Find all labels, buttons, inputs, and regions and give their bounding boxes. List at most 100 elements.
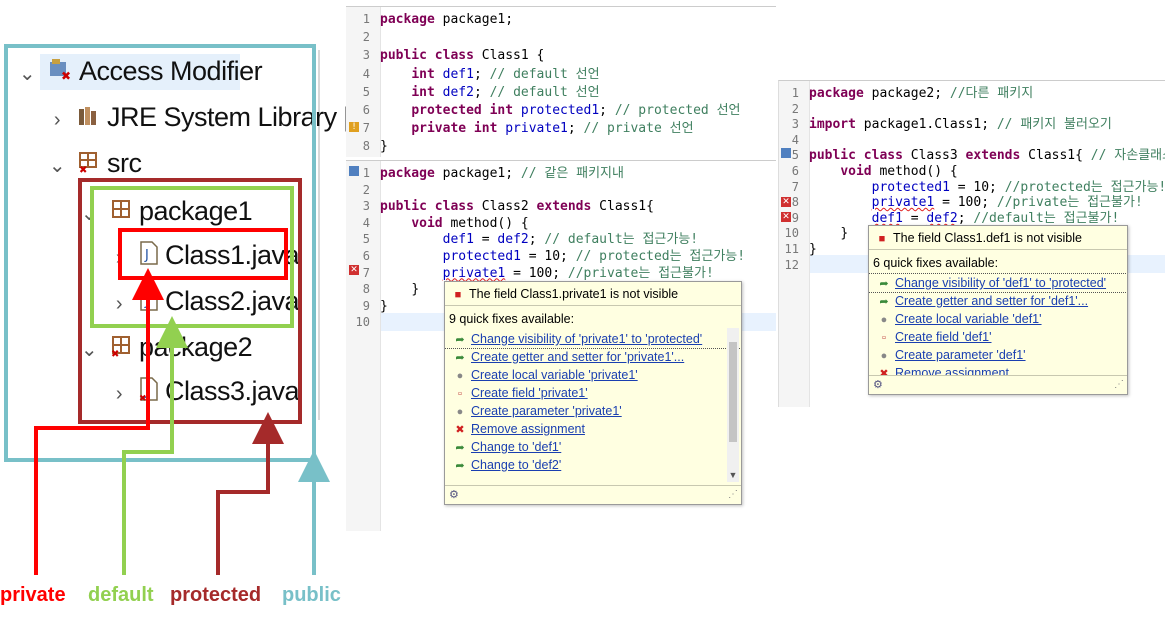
line-number: 12 bbox=[784, 257, 799, 272]
legend-connectors bbox=[34, 268, 330, 575]
legend-private: private bbox=[0, 584, 66, 606]
quickfix-item[interactable]: ● Create local variable 'private1' bbox=[445, 366, 741, 384]
code-comment: // protected는 접근가능! bbox=[575, 249, 746, 264]
quickfix-item[interactable]: ➦ Change visibility of 'def1' to 'protect… bbox=[869, 273, 1127, 293]
legend-default: default bbox=[88, 584, 154, 606]
code-text: ; bbox=[473, 84, 490, 100]
quickfix-item[interactable]: ➦ Create getter and setter for 'def1'... bbox=[869, 292, 1127, 310]
code-line[interactable]: 4 void method() { bbox=[346, 214, 529, 232]
line-number: 9 bbox=[362, 298, 370, 313]
quickfix-footer: ⚙ ⋰ bbox=[445, 485, 741, 504]
code-line[interactable]: 3 import package1.Class1; // 패키지 불러오기 bbox=[779, 115, 1112, 133]
code-line[interactable]: 6 protected int protected1; // protected… bbox=[346, 101, 741, 119]
code-text: package1; bbox=[434, 166, 521, 181]
quickfix-item-label: Create parameter 'def1' bbox=[895, 348, 1026, 362]
quickfix-item[interactable]: ✖ Remove assignment bbox=[445, 420, 741, 438]
code-field: protected1 bbox=[442, 249, 521, 264]
quickfix-item[interactable]: ➦Change to 'protected1' bbox=[445, 474, 741, 476]
line-number: 4 bbox=[362, 66, 370, 81]
quickfix-item[interactable]: ➦ Change to 'def1' bbox=[445, 438, 741, 456]
code-comment: // protected 선언 bbox=[614, 103, 741, 118]
code-text: package1.Class1; bbox=[855, 117, 997, 133]
editor-class1[interactable]: 1 package package1; 2 3 public class Class1 … bbox=[346, 6, 776, 157]
code-line[interactable]: 7 private int private1; // private 선언 bbox=[346, 119, 694, 137]
code-text: = 100; bbox=[505, 265, 568, 281]
code-line[interactable]: 7 private1 = 100; //private는 접근불가! bbox=[346, 264, 714, 282]
quickfix-item-label: Create field 'private1' bbox=[471, 386, 588, 400]
line-number: 8 bbox=[362, 139, 370, 154]
code-text: ; bbox=[473, 66, 490, 82]
code-line[interactable]: 1 package package1; bbox=[346, 10, 513, 28]
quickfix-title: ■ The field Class1.def1 is not visible bbox=[869, 226, 1127, 250]
error-marker-icon: ✕ bbox=[349, 265, 359, 275]
code-text: = 10; bbox=[520, 249, 576, 264]
code-comment: //default는 접근불가! bbox=[973, 210, 1120, 226]
change-icon: ➦ bbox=[453, 475, 467, 476]
code-line[interactable]: 9} bbox=[346, 297, 388, 315]
code-text: Class1{ bbox=[591, 199, 654, 215]
warning-marker-icon: ! bbox=[349, 122, 359, 132]
local-variable-icon: ● bbox=[456, 406, 464, 418]
resize-grip-icon[interactable]: ⋰ bbox=[1114, 379, 1124, 390]
code-line[interactable]: 1 package package2; //다른 패키지 bbox=[779, 84, 1033, 102]
code-line[interactable]: 8 } bbox=[346, 280, 419, 298]
field-icon: ▫ bbox=[458, 388, 462, 400]
quickfix-item[interactable]: ➦ Create getter and setter for 'private1'… bbox=[445, 348, 741, 366]
quickfix-item-label: Change to 'def1' bbox=[471, 440, 562, 454]
code-line[interactable]: 4 int def1; // default 선언 bbox=[346, 65, 600, 83]
code-field: def1 bbox=[442, 66, 474, 82]
quickfix-item[interactable]: ● Create parameter 'def1' bbox=[869, 346, 1127, 364]
configure-icon[interactable]: ⚙ bbox=[873, 378, 883, 391]
code-line[interactable]: 6 protected1 = 10; // protected는 접근가능! bbox=[346, 247, 745, 265]
quickfix-item[interactable]: ▫ Create field 'private1' bbox=[445, 384, 741, 402]
remove-icon: ✖ bbox=[455, 424, 465, 436]
code-keyword: package bbox=[380, 166, 435, 181]
quickfix-scrollbar[interactable]: ▼ bbox=[727, 328, 739, 482]
error-light-bulb-icon: ■ bbox=[454, 289, 462, 301]
change-icon: ➦ bbox=[879, 278, 889, 290]
code-line[interactable]: 5 def1 = def2; // default는 접근가능! bbox=[346, 230, 698, 248]
quickfix-count: 6 quick fixes available: bbox=[873, 256, 999, 270]
code-line[interactable]: 2 bbox=[346, 28, 380, 46]
resize-grip-icon[interactable]: ⋰ bbox=[728, 489, 738, 500]
private-connector bbox=[34, 268, 164, 575]
code-line[interactable]: 1 package package1; // 같은 패키지내 bbox=[346, 164, 624, 182]
code-text: Class2 bbox=[473, 199, 537, 215]
scrollbar-thumb[interactable] bbox=[729, 342, 737, 442]
code-comment: // 같은 패키지내 bbox=[520, 166, 624, 181]
quickfix-item[interactable]: ▫ Create field 'def1' bbox=[869, 328, 1127, 346]
code-comment: // 자손클래스 bbox=[1090, 148, 1165, 164]
code-field: def2 bbox=[442, 84, 474, 100]
quickfix-count: 9 quick fixes available: bbox=[449, 312, 575, 326]
error-marker-icon: ✕ bbox=[781, 197, 791, 207]
protected-connector bbox=[216, 412, 284, 575]
code-line[interactable]: 3 public class Class1 { bbox=[346, 46, 545, 64]
quickfix-item-label: Change visibility of 'private1' to 'prot… bbox=[471, 332, 703, 346]
code-text: } bbox=[411, 282, 420, 298]
code-keyword: private int bbox=[411, 121, 498, 137]
quickfix-list[interactable]: ➦ Change visibility of 'def1' to 'protect… bbox=[869, 273, 1127, 382]
quickfix-popup-class3[interactable]: ■ The field Class1.def1 is not visible 6 … bbox=[868, 225, 1128, 395]
quickfix-item[interactable]: ● Create parameter 'private1' bbox=[445, 402, 741, 420]
configure-icon[interactable]: ⚙ bbox=[449, 488, 459, 501]
code-line[interactable]: 5 int def2; // default 선언 bbox=[346, 83, 600, 101]
change-icon: ➦ bbox=[455, 334, 465, 346]
code-keyword: protected int bbox=[411, 103, 514, 118]
quickfix-item-label: Create parameter 'private1' bbox=[471, 404, 622, 418]
code-line[interactable]: 10 bbox=[346, 313, 380, 331]
code-field: def1 bbox=[871, 210, 903, 226]
code-comment: // default 선언 bbox=[489, 84, 600, 100]
code-keyword: import bbox=[809, 117, 856, 133]
quickfix-popup-class2[interactable]: ■ The field Class1.private1 is not visibl… bbox=[444, 281, 742, 505]
code-line[interactable]: 8} bbox=[346, 137, 388, 155]
quickfix-list[interactable]: ➦ Change visibility of 'private1' to 'pro… bbox=[445, 330, 741, 476]
quickfix-item[interactable]: ● Create local variable 'def1' bbox=[869, 310, 1127, 328]
code-text: ; bbox=[567, 121, 584, 137]
code-line[interactable]: 2 bbox=[346, 181, 380, 199]
code-line[interactable]: 3 public class Class2 extends Class1{ bbox=[346, 197, 654, 215]
code-line[interactable]: 12 bbox=[779, 256, 809, 274]
scroll-down-icon[interactable]: ▼ bbox=[727, 470, 739, 482]
quickfix-item[interactable]: ➦ Change to 'def2' bbox=[445, 456, 741, 474]
quickfix-item[interactable]: ➦ Change visibility of 'private1' to 'pro… bbox=[445, 330, 741, 349]
code-field: private1 bbox=[505, 121, 568, 137]
